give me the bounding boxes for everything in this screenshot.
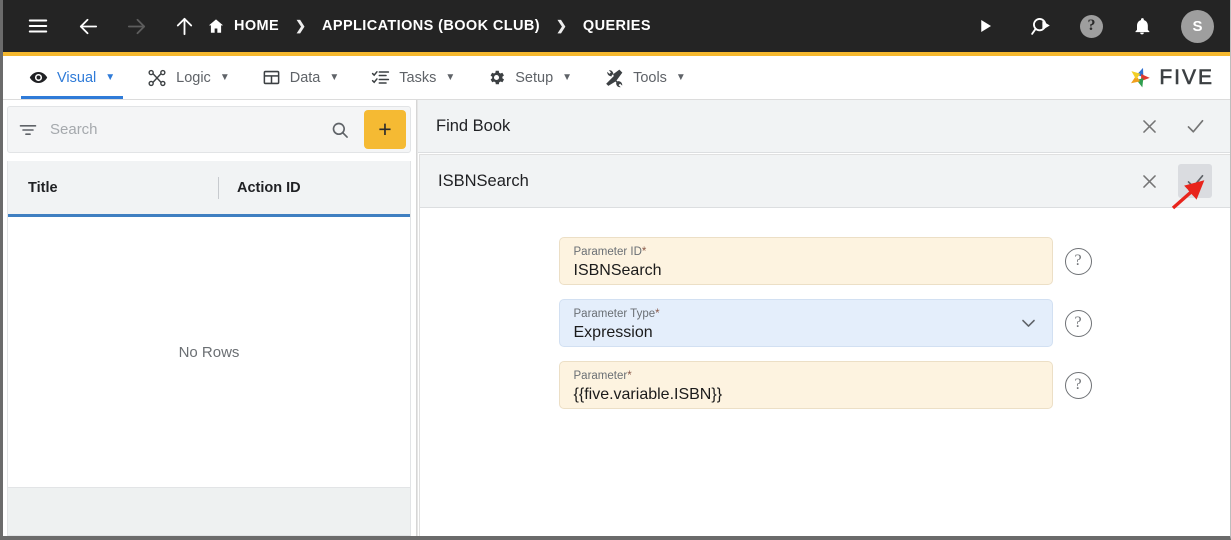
logic-nodes-icon (147, 68, 167, 88)
parameter-type-label: Parameter Type* (574, 308, 1038, 322)
outer-close-button[interactable] (1132, 109, 1166, 143)
menu-item-logic[interactable]: Logic ▼ (131, 56, 246, 99)
column-header-action-id[interactable]: Action ID (219, 161, 319, 214)
inner-pane-title: ISBNSearch (438, 171, 529, 190)
breadcrumb-item-home[interactable]: HOME (207, 17, 279, 35)
menu-label-tools: Tools (633, 69, 667, 86)
inner-confirm-button[interactable] (1178, 164, 1212, 198)
required-marker: * (627, 370, 632, 383)
menu-item-tools[interactable]: Tools ▼ (588, 56, 702, 99)
run-icon[interactable] (968, 9, 1002, 43)
inner-detail-pane: ISBNSearch Parameter ID* ISBNSearch ? Pa… (419, 154, 1230, 536)
parameter-type-field[interactable]: Parameter Type* Expression (558, 299, 1053, 347)
parameter-id-value: ISBNSearch (573, 261, 662, 279)
right-detail-panel: Find Book ISBNSearch Parameter ID* ISBNS… (417, 100, 1230, 536)
avatar[interactable]: S (1181, 9, 1214, 43)
parameter-type-value: Expression (573, 323, 653, 341)
top-navigation-bar: HOME ❯ APPLICATIONS (BOOK CLUB) ❯ QUERIE… (3, 0, 1230, 52)
eye-icon (29, 68, 48, 87)
outer-confirm-button[interactable] (1178, 109, 1212, 143)
add-button[interactable]: + (364, 110, 406, 149)
menu-item-setup[interactable]: Setup ▼ (471, 56, 588, 99)
field-row-parameter-id: Parameter ID* ISBNSearch ? (420, 237, 1230, 285)
help-icon[interactable]: ? (1080, 14, 1103, 38)
outer-pane-header: Find Book (418, 100, 1230, 153)
breadcrumb-item-applications[interactable]: APPLICATIONS (BOOK CLUB) (322, 18, 540, 34)
search-input[interactable] (46, 121, 316, 138)
notifications-bell-icon[interactable] (1125, 9, 1159, 43)
back-arrow-icon[interactable] (71, 9, 105, 43)
outer-pane-title: Find Book (436, 116, 511, 135)
field-row-parameter-type: Parameter Type* Expression ? (420, 299, 1230, 347)
parameter-label: Parameter* (574, 370, 1038, 384)
forward-arrow-icon[interactable] (119, 9, 153, 43)
chevron-down-icon: ▼ (105, 72, 116, 83)
left-list-panel: + Title Action ID No Rows (3, 100, 417, 536)
main-menu-bar: Visual ▼ Logic ▼ Data ▼ Tasks ▼ Setup ▼ … (3, 56, 1230, 100)
parameter-label-text: Parameter (573, 370, 628, 383)
tools-icon (604, 68, 624, 88)
field-row-parameter: Parameter* {{five.variable.ISBN}} ? (420, 361, 1230, 409)
parameter-type-label-text: Parameter Type (573, 308, 656, 321)
parameter-id-help-icon[interactable]: ? (1064, 247, 1092, 275)
menu-item-visual[interactable]: Visual ▼ (13, 56, 131, 99)
breadcrumb-separator: ❯ (555, 18, 567, 33)
chevron-down-icon: ▼ (219, 72, 230, 83)
outer-pane-actions (1132, 109, 1212, 143)
search-icon[interactable] (324, 120, 356, 140)
parameter-value: {{five.variable.ISBN}} (573, 385, 723, 403)
gear-icon (487, 68, 506, 87)
menu-icon[interactable] (21, 9, 55, 43)
brand-text: FIVE (1159, 65, 1214, 89)
required-marker: * (655, 308, 660, 321)
chevron-down-icon: ▼ (675, 72, 686, 83)
breadcrumb: HOME ❯ APPLICATIONS (BOOK CLUB) ❯ QUERIE… (207, 17, 651, 35)
inner-close-button[interactable] (1132, 164, 1166, 198)
menu-label-tasks: Tasks (399, 69, 437, 86)
menu-label-setup: Setup (515, 69, 554, 86)
empty-message: No Rows (178, 343, 240, 361)
filter-icon[interactable] (18, 120, 38, 140)
five-pinwheel-icon (1126, 64, 1153, 91)
inner-pane-header: ISBNSearch (420, 155, 1230, 208)
up-arrow-icon[interactable] (167, 9, 201, 43)
records-grid: Title Action ID No Rows (7, 161, 411, 536)
brand-logo: FIVE (1126, 56, 1230, 99)
chevron-down-icon: ▼ (562, 72, 573, 83)
breadcrumb-label-applications: APPLICATIONS (BOOK CLUB) (322, 18, 540, 34)
breadcrumb-separator: ❯ (295, 18, 307, 33)
menu-item-tasks[interactable]: Tasks ▼ (355, 56, 471, 99)
application-window: HOME ❯ APPLICATIONS (BOOK CLUB) ❯ QUERIE… (0, 0, 1231, 540)
checklist-icon (371, 68, 390, 87)
breadcrumb-label-home: HOME (234, 18, 280, 34)
grid-footer (8, 487, 410, 535)
inner-pane-actions (1132, 164, 1212, 198)
parameter-type-help-icon[interactable]: ? (1064, 309, 1092, 337)
breadcrumb-item-queries[interactable]: QUERIES (583, 18, 651, 34)
parameter-help-icon[interactable]: ? (1064, 371, 1092, 399)
top-bar-actions: ? S (968, 9, 1214, 43)
column-header-title[interactable]: Title (10, 161, 218, 214)
parameter-field[interactable]: Parameter* {{five.variable.ISBN}} (558, 361, 1053, 409)
parameter-id-field[interactable]: Parameter ID* ISBNSearch (558, 237, 1053, 285)
table-grid-icon (262, 68, 281, 87)
parameter-id-label: Parameter ID* (574, 246, 1038, 260)
grid-header-row: Title Action ID (8, 161, 410, 217)
menu-label-data: Data (289, 69, 321, 86)
chevron-down-icon: ▼ (445, 72, 456, 83)
menu-item-data[interactable]: Data ▼ (246, 56, 356, 99)
parameter-form: Parameter ID* ISBNSearch ? Parameter Typ… (420, 208, 1230, 536)
search-run-icon[interactable] (1024, 9, 1058, 43)
grid-empty-state: No Rows (8, 217, 410, 487)
breadcrumb-label-queries: QUERIES (582, 18, 651, 34)
menu-label-logic: Logic (176, 69, 211, 86)
chevron-down-icon[interactable] (1019, 313, 1038, 337)
required-marker: * (641, 246, 647, 259)
content-area: + Title Action ID No Rows Find Book (3, 100, 1230, 536)
menu-label-visual: Visual (57, 69, 97, 86)
home-icon (207, 17, 225, 35)
parameter-id-label-text: Parameter ID (573, 246, 642, 259)
chevron-down-icon: ▼ (329, 72, 340, 83)
search-bar: + (7, 106, 411, 153)
